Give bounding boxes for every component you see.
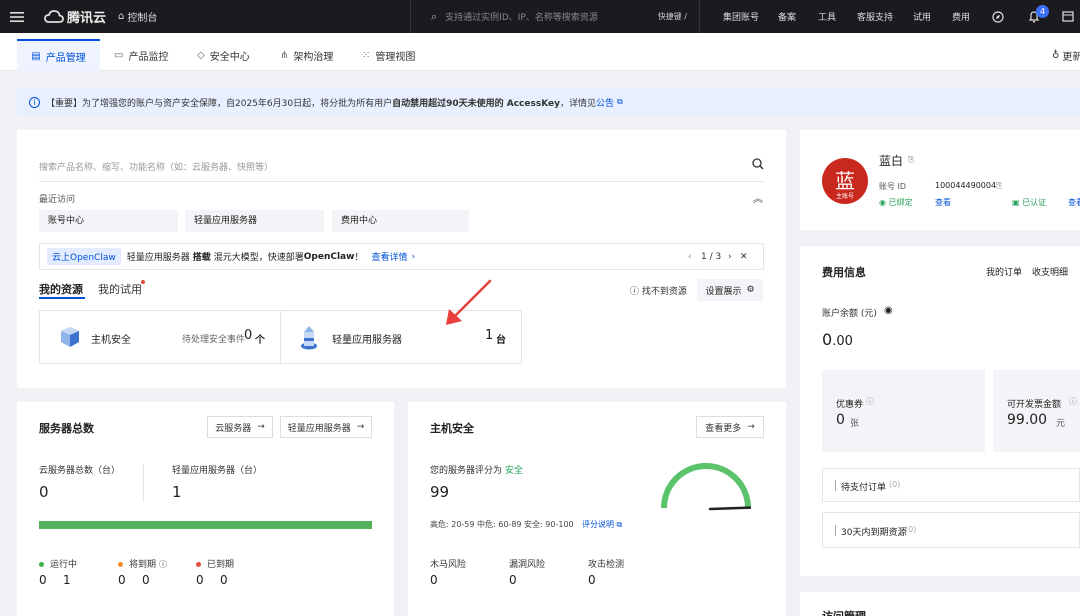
balance-value: 0.00 — [822, 330, 853, 349]
external-link-icon: ⧉ — [616, 520, 623, 529]
score-label: 您的服务器评分为 安全 — [430, 466, 523, 476]
lighthouse-button[interactable]: 轻量应用服务器 → — [280, 416, 372, 438]
access-card: 访问管理 — [800, 592, 1080, 616]
expiring-dot — [118, 562, 123, 567]
lighthouse-count: 1 — [172, 483, 182, 501]
account-card: 蓝 主账号 蓝白 ⎘ 账号 ID 100044490004 ⎘ ◉ 已绑定 查看… — [800, 130, 1080, 230]
row-marker — [835, 525, 836, 536]
my-orders-link[interactable]: 我的订单 — [986, 265, 1022, 278]
running-progress-fill — [39, 521, 372, 529]
divider — [143, 464, 144, 502]
avatar[interactable]: 蓝 主账号 — [822, 158, 868, 204]
view-more-button[interactable]: 查看更多 → — [696, 416, 764, 438]
wechat-bound: ◉ 已绑定 — [879, 198, 913, 207]
gauge-track — [661, 463, 751, 509]
balance-label: 账户余额 (元) — [822, 309, 877, 319]
cvm-count: 0 — [39, 483, 49, 501]
gauge-arc — [661, 463, 751, 509]
score-gauge — [661, 463, 752, 511]
arrow-right-icon: → — [257, 422, 265, 432]
transactions-link[interactable]: 收支明细 — [1032, 265, 1068, 278]
cvm-button[interactable]: 云服务器 → — [207, 416, 273, 438]
row-marker — [835, 480, 836, 491]
legend-expired: 已到期 — [196, 557, 234, 570]
copy-id-icon[interactable]: ⎘ — [996, 181, 1002, 191]
account-name: 蓝白 — [879, 154, 904, 168]
invoice-box[interactable]: 可开发票金额 ⓘ 99.00 元 — [993, 370, 1080, 452]
servers-card: 服务器总数 云服务器 → 轻量应用服务器 → 云服务器总数（台） 0 轻量应用服务器… — [17, 402, 394, 616]
eye-icon[interactable]: ◉ — [884, 305, 893, 316]
legend-running: 运行中 — [39, 557, 77, 570]
id-card-icon: ▣ — [1012, 198, 1020, 207]
account-id: 100044490004 — [935, 181, 997, 190]
view-wechat-link[interactable]: 查看 — [935, 197, 951, 208]
wechat-icon: ◉ — [879, 198, 886, 207]
info-icon: ⓘ — [866, 397, 874, 406]
arrow-right-icon: → — [747, 422, 755, 432]
help-icon[interactable]: ⓘ — [159, 560, 167, 569]
servers-title: 服务器总数 — [39, 422, 94, 435]
copy-icon[interactable]: ⎘ — [908, 155, 914, 165]
score-explain-link[interactable]: 评分说明 ⧉ — [582, 519, 622, 530]
score-ranges: 高危: 20-59 中危: 60-89 安全: 90-100 — [430, 520, 574, 529]
running-dot — [39, 562, 44, 567]
view-verified-link[interactable]: 查看 — [1068, 197, 1080, 208]
gauge-needle — [708, 506, 752, 511]
info-icon: ⓘ — [1069, 397, 1077, 406]
score-value: 99 — [430, 483, 450, 501]
billing-card: 费用信息 我的订单 收支明细 账户余额 (元) ◉ 0.00 优惠券 ⓘ 0 张… — [800, 246, 1080, 576]
expired-dot — [196, 562, 201, 567]
access-title: 访问管理 — [822, 608, 866, 616]
legend-expiring: 将到期 ⓘ — [118, 557, 167, 570]
coupon-box[interactable]: 优惠券 ⓘ 0 张 — [822, 370, 985, 452]
running-progress-bar — [39, 521, 372, 529]
arrow-right-icon: → — [356, 422, 365, 432]
pending-orders-row[interactable]: 待支付订单 (0) — [822, 468, 1080, 502]
expiring-resources-row[interactable]: 30天内到期资源 (0) — [822, 512, 1080, 548]
billing-title: 费用信息 — [822, 266, 866, 279]
host-security-title: 主机安全 — [430, 422, 474, 435]
verified-status: ▣ 已认证 — [1012, 198, 1047, 207]
host-security-card: 主机安全 查看更多 → 您的服务器评分为 安全 99 高危: 20-59 中危: … — [408, 402, 786, 616]
